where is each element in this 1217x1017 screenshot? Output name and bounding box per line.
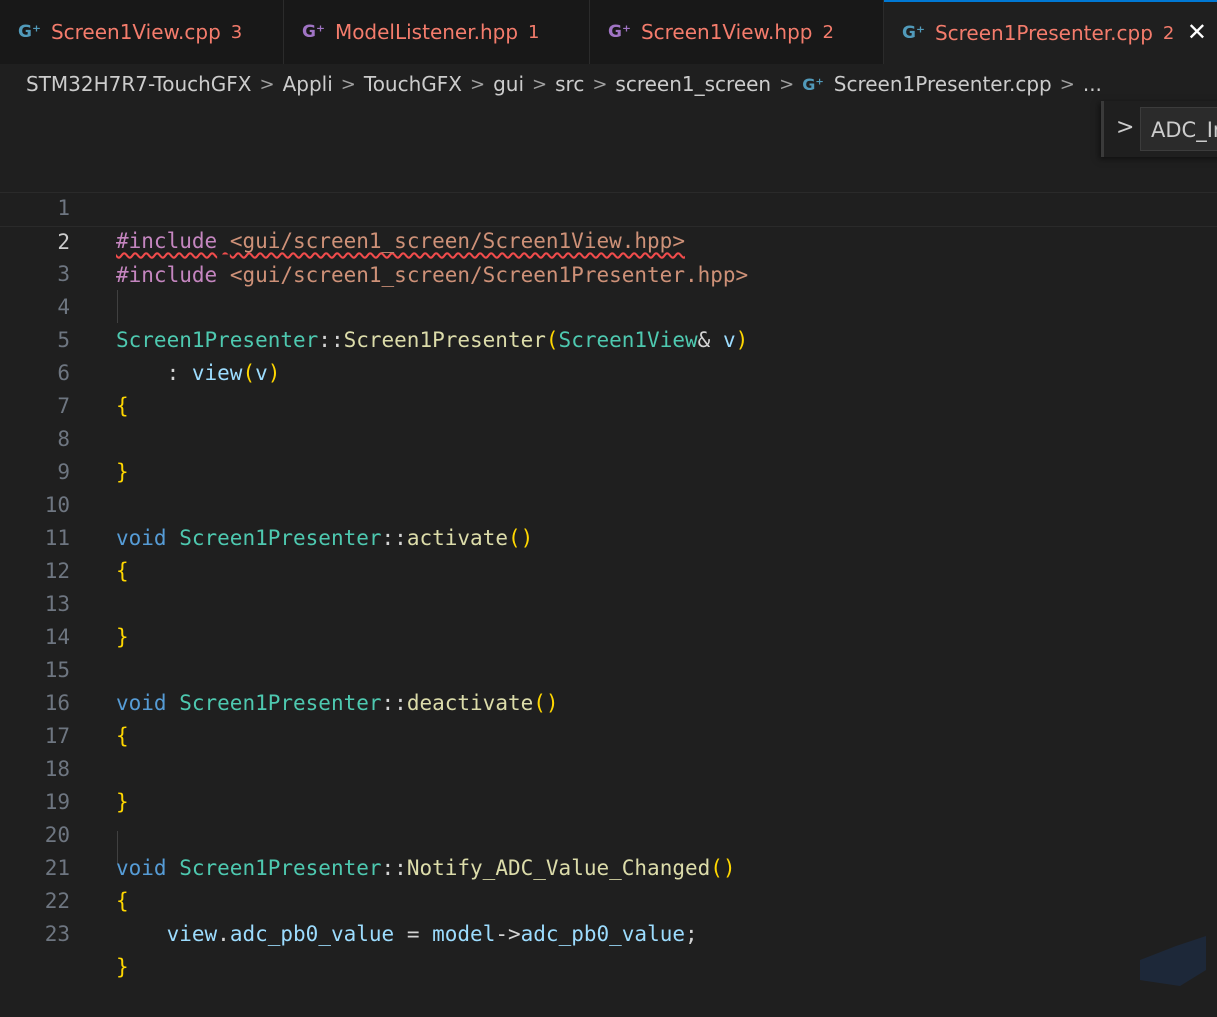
outline-symbol-label[interactable]: ADC_In [1140, 107, 1217, 151]
code-line[interactable]: 6 { [0, 324, 1217, 418]
chevron-right-icon: > [592, 73, 608, 95]
cpp-file-icon: G⁺ [802, 74, 824, 94]
watermark-logo-icon [1140, 936, 1206, 986]
code-line[interactable]: 13 } [0, 555, 1217, 649]
line-number: 23 [44, 922, 70, 946]
code-line[interactable]: 10 void Screen1Presenter::activate() [0, 456, 1217, 550]
code-line[interactable]: 3 [0, 225, 1217, 286]
tab-problem-count: 3 [230, 21, 243, 43]
chevron-right-icon: > [1059, 73, 1075, 95]
code-line[interactable]: 12 [0, 522, 1217, 583]
tab-problem-count: 1 [528, 21, 540, 43]
code-line[interactable]: 15 void Screen1Presenter::deactivate() [0, 621, 1217, 715]
code-line[interactable]: 20 void Screen1Presenter::Notify_ADC_Val… [0, 786, 1217, 880]
chevron-right-icon: > [469, 73, 486, 95]
code-editor[interactable]: 1 #include <gui/screen1_screen/Screen1Vi… [0, 158, 1217, 979]
code-line[interactable]: 4 Screen1Presenter::Screen1Presenter(Scr… [0, 258, 1217, 352]
breadcrumb-item-symbols[interactable]: ... [1083, 72, 1102, 96]
tab-label: Screen1View.hpp [640, 20, 813, 44]
code-line[interactable]: 9 [0, 423, 1217, 484]
code-line[interactable]: 14 [0, 588, 1217, 649]
breadcrumb-item-touchgfx[interactable]: TouchGFX [364, 72, 462, 96]
chevron-right-icon: > [340, 73, 356, 95]
tab-screen1view-hpp[interactable]: G⁺ Screen1View.hpp 2 [590, 0, 884, 64]
tab-bar: G⁺ Screen1View.cpp 3 G⁺ ModelListener.hp… [0, 0, 1217, 64]
chevron-right-icon: > [532, 73, 548, 95]
code-line[interactable]: 11 { [0, 489, 1217, 583]
chevron-right-icon: > [259, 73, 275, 95]
breadcrumb-item-gui[interactable]: gui [493, 72, 524, 96]
chevron-right-icon: > [779, 73, 795, 95]
code-line[interactable]: 5 : view(v) [0, 291, 1217, 385]
code-line-current[interactable]: 2 #include <gui/screen1_screen/Screen1Pr… [0, 192, 1217, 287]
tab-label: Screen1Presenter.cpp [934, 21, 1153, 45]
code-line[interactable]: 18 } [0, 720, 1217, 814]
tab-problem-count: 2 [1162, 22, 1175, 44]
cpp-file-icon: G⁺ [18, 22, 41, 42]
line-content: view.adc_pb0_value = model->adc_pb0_valu… [166, 922, 698, 946]
code-line[interactable]: 16 { [0, 654, 1217, 748]
cpp-file-icon: G⁺ [902, 23, 925, 43]
code-line[interactable]: 22 view.adc_pb0_value = model->adc_pb0_v… [0, 852, 1217, 946]
code-line[interactable]: 23 } [0, 885, 1217, 979]
code-line[interactable]: 21 { [0, 819, 1217, 913]
tab-screen1presenter-cpp[interactable]: G⁺ Screen1Presenter.cpp 2 ✕ [884, 0, 1217, 64]
code-line[interactable]: 1 #include <gui/screen1_screen/Screen1Vi… [0, 159, 1217, 253]
breadcrumb: STM32H7R7-TouchGFX > Appli > TouchGFX > … [0, 64, 1217, 104]
breadcrumb-item-project[interactable]: STM32H7R7-TouchGFX [26, 72, 252, 96]
breadcrumb-item-file[interactable]: Screen1Presenter.cpp [834, 72, 1052, 96]
tab-label: ModelListener.hpp [334, 20, 519, 44]
hpp-file-icon: G⁺ [302, 22, 325, 42]
tab-modellistener-hpp[interactable]: G⁺ ModelListener.hpp 1 [284, 0, 590, 64]
tab-label: Screen1View.cpp [50, 20, 221, 44]
breadcrumb-item-screen1-screen[interactable]: screen1_screen [615, 72, 771, 96]
line-content: } [116, 955, 129, 979]
code-line[interactable]: 7 [0, 357, 1217, 418]
tab-problem-count: 2 [822, 21, 834, 43]
breadcrumb-item-appli[interactable]: Appli [283, 72, 333, 96]
breadcrumb-item-src[interactable]: src [555, 72, 584, 96]
code-line[interactable]: 17 [0, 687, 1217, 748]
code-line[interactable]: 8 } [0, 390, 1217, 484]
close-icon[interactable]: ✕ [1187, 20, 1207, 44]
tab-screen1view-cpp[interactable]: G⁺ Screen1View.cpp 3 [0, 0, 284, 64]
outline-peek[interactable]: > ADC_In [1101, 101, 1217, 157]
chevron-right-icon[interactable]: > [1116, 115, 1134, 140]
hpp-file-icon: G⁺ [608, 22, 631, 42]
code-line[interactable]: 19 [0, 753, 1217, 814]
